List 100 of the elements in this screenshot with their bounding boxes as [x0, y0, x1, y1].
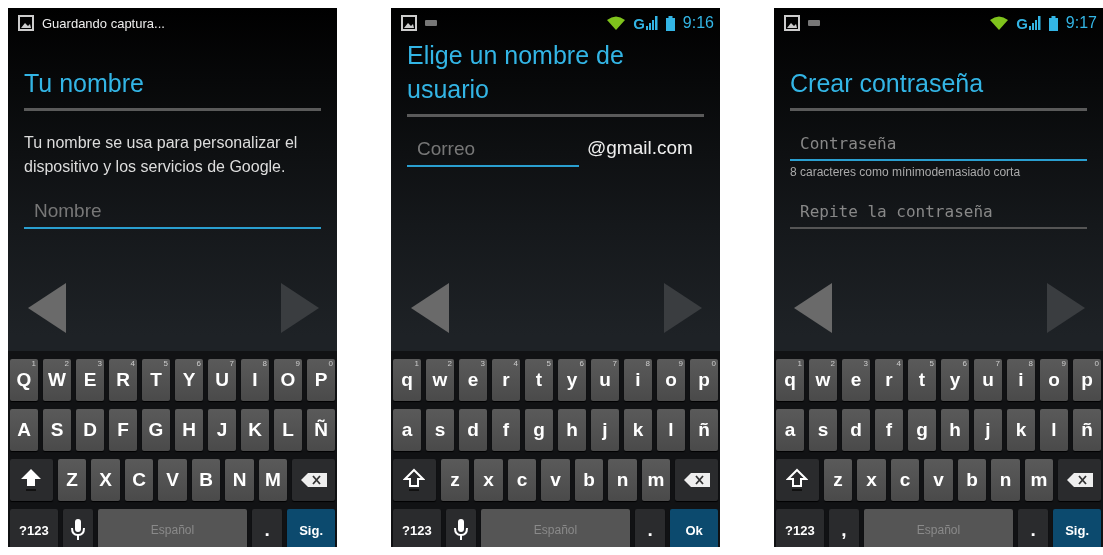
backspace-key[interactable]	[292, 459, 335, 501]
key[interactable]: v	[924, 459, 953, 501]
key[interactable]: B	[191, 459, 221, 501]
key[interactable]: Q 1	[10, 359, 38, 401]
key[interactable]: p 0	[690, 359, 718, 401]
key[interactable]: n	[608, 459, 637, 501]
symbols-key[interactable]: ?123	[10, 509, 58, 547]
symbols-key[interactable]: ?123	[776, 509, 824, 547]
backspace-key[interactable]	[675, 459, 718, 501]
key[interactable]: k	[1007, 409, 1035, 451]
key[interactable]: V	[158, 459, 187, 501]
key[interactable]: Y 6	[175, 359, 203, 401]
back-arrow-icon[interactable]	[794, 283, 832, 333]
key[interactable]: .	[1018, 509, 1049, 547]
key[interactable]: q 1	[393, 359, 421, 401]
key[interactable]: n	[991, 459, 1020, 501]
key[interactable]: o 9	[657, 359, 685, 401]
key[interactable]: R 4	[109, 359, 137, 401]
key[interactable]: h	[941, 409, 969, 451]
symbols-key[interactable]: ?123	[393, 509, 441, 547]
key[interactable]: N	[225, 459, 254, 501]
key[interactable]: z	[823, 459, 853, 501]
key[interactable]: y 6	[941, 359, 969, 401]
input-field[interactable]: Correo	[407, 133, 579, 167]
key[interactable]: i 8	[624, 359, 652, 401]
key[interactable]: t 5	[525, 359, 553, 401]
key[interactable]: g	[908, 409, 936, 451]
key[interactable]: b	[574, 459, 604, 501]
key[interactable]: E 3	[76, 359, 104, 401]
key[interactable]: l	[657, 409, 685, 451]
key[interactable]: ñ	[690, 409, 718, 451]
microphone-key[interactable]	[62, 509, 93, 547]
key[interactable]: T 5	[142, 359, 170, 401]
key[interactable]: C	[124, 459, 154, 501]
key[interactable]: l	[1040, 409, 1068, 451]
backspace-key[interactable]	[1058, 459, 1101, 501]
key[interactable]: h	[558, 409, 586, 451]
key[interactable]: M	[258, 459, 288, 501]
key[interactable]: u 7	[591, 359, 619, 401]
key[interactable]: m	[1024, 459, 1054, 501]
key[interactable]: Z	[57, 459, 87, 501]
key[interactable]: r 4	[492, 359, 520, 401]
key[interactable]: d	[842, 409, 870, 451]
key[interactable]: d	[459, 409, 487, 451]
key[interactable]: D	[76, 409, 104, 451]
input-field[interactable]: Contraseña	[790, 127, 1087, 161]
key[interactable]: g	[525, 409, 553, 451]
key[interactable]: F	[109, 409, 137, 451]
key[interactable]: j	[591, 409, 619, 451]
key[interactable]: t 5	[908, 359, 936, 401]
microphone-key[interactable]	[445, 509, 476, 547]
key[interactable]: y 6	[558, 359, 586, 401]
key[interactable]: r 4	[875, 359, 903, 401]
key[interactable]: o 9	[1040, 359, 1068, 401]
key[interactable]: x	[857, 459, 886, 501]
key[interactable]: a	[393, 409, 421, 451]
key[interactable]: k	[624, 409, 652, 451]
key[interactable]: f	[875, 409, 903, 451]
key[interactable]: j	[974, 409, 1002, 451]
key[interactable]: v	[541, 459, 570, 501]
key[interactable]: .	[635, 509, 666, 547]
input-field[interactable]: Nombre	[24, 195, 321, 229]
key[interactable]: z	[440, 459, 470, 501]
key[interactable]: J	[208, 409, 236, 451]
key[interactable]: w 2	[426, 359, 454, 401]
back-arrow-icon[interactable]	[411, 283, 449, 333]
key[interactable]: Ñ	[307, 409, 335, 451]
key[interactable]: s	[426, 409, 454, 451]
key[interactable]: .	[252, 509, 283, 547]
shift-key[interactable]	[393, 459, 436, 501]
action-key[interactable]: Sig.	[287, 509, 335, 547]
key[interactable]: ñ	[1073, 409, 1101, 451]
key[interactable]: c	[507, 459, 537, 501]
key[interactable]: x	[474, 459, 503, 501]
key[interactable]: S	[43, 409, 71, 451]
key[interactable]: b	[957, 459, 987, 501]
key[interactable]: w 2	[809, 359, 837, 401]
key[interactable]: s	[809, 409, 837, 451]
action-key[interactable]: Sig.	[1053, 509, 1101, 547]
key[interactable]: a	[776, 409, 804, 451]
key[interactable]: P 0	[307, 359, 335, 401]
key[interactable]: G	[142, 409, 170, 451]
key[interactable]: H	[175, 409, 203, 451]
key[interactable]: W 2	[43, 359, 71, 401]
shift-key[interactable]	[10, 459, 53, 501]
key[interactable]: O 9	[274, 359, 302, 401]
key[interactable]: i 8	[1007, 359, 1035, 401]
key[interactable]: q 1	[776, 359, 804, 401]
key[interactable]: A	[10, 409, 38, 451]
shift-key[interactable]	[776, 459, 819, 501]
key[interactable]: p 0	[1073, 359, 1101, 401]
key[interactable]: K	[241, 409, 269, 451]
key[interactable]: U 7	[208, 359, 236, 401]
input-field[interactable]: Repite la contraseña	[790, 195, 1087, 229]
key[interactable]: f	[492, 409, 520, 451]
back-arrow-icon[interactable]	[28, 283, 66, 333]
key[interactable]: m	[641, 459, 671, 501]
action-key[interactable]: Ok	[670, 509, 718, 547]
key[interactable]: L	[274, 409, 302, 451]
key[interactable]: X	[91, 459, 120, 501]
